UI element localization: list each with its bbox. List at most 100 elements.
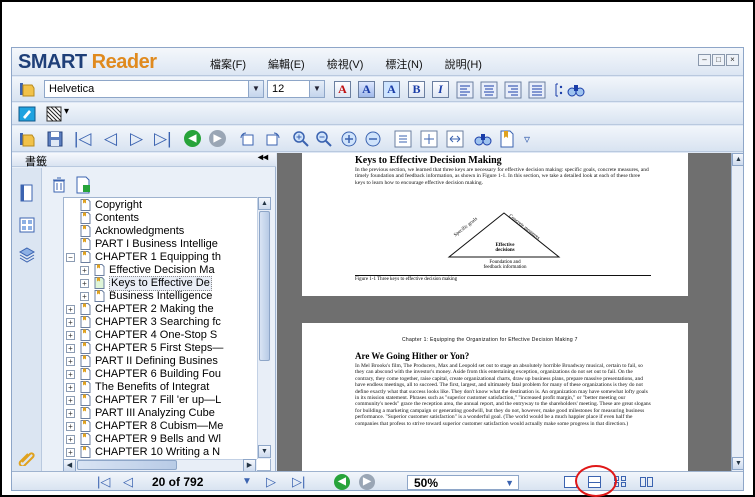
status-previous-page-icon[interactable]: ◁: [123, 474, 133, 490]
bookmark-tree-item[interactable]: + CHAPTER 2 Making the: [64, 303, 264, 316]
fit-width-icon[interactable]: [446, 130, 464, 148]
bold-button[interactable]: B: [408, 81, 425, 98]
text-background-button[interactable]: A: [383, 81, 400, 98]
next-page-icon[interactable]: ▷: [130, 130, 143, 148]
save-icon[interactable]: [46, 130, 64, 148]
expand-icon[interactable]: +: [66, 422, 75, 431]
annotation-color-icon[interactable]: [18, 105, 36, 123]
bookmark-tree-item[interactable]: + CHAPTER 7 Fill 'er up—L: [64, 394, 264, 407]
expand-icon[interactable]: +: [66, 370, 75, 379]
page-dropdown-icon[interactable]: ▼: [242, 476, 252, 487]
close-icon[interactable]: ×: [726, 54, 739, 66]
last-page-icon[interactable]: ▷|: [154, 130, 172, 148]
expand-icon[interactable]: +: [80, 279, 89, 288]
expand-icon[interactable]: +: [66, 435, 75, 444]
page-indicator[interactable]: 20 of 792: [152, 475, 203, 490]
zoom-in-icon[interactable]: [292, 130, 310, 148]
expand-icon[interactable]: +: [66, 357, 75, 366]
document-vscroll[interactable]: ▲ ▼: [731, 153, 743, 471]
status-first-page-icon[interactable]: |◁: [97, 474, 110, 490]
font-family-select[interactable]: Helvetica ▼: [44, 80, 264, 98]
menu-view[interactable]: 檢視(V): [327, 56, 364, 72]
bookmark-tree-item[interactable]: + CHAPTER 8 Cubism—Me: [64, 420, 264, 433]
bookmark-tree-item[interactable]: + PART III Analyzing Cube: [64, 407, 264, 420]
highlight-color-button[interactable]: A: [358, 81, 375, 98]
search-icon[interactable]: [474, 130, 492, 148]
bookmark-tree-item[interactable]: + CHAPTER 3 Searching fc: [64, 316, 264, 329]
menu-file[interactable]: 檔案(F): [210, 56, 246, 72]
italic-button[interactable]: I: [432, 81, 449, 98]
actual-size-icon[interactable]: [394, 130, 412, 148]
continuous-facing-view-icon[interactable]: [640, 476, 653, 488]
expand-icon[interactable]: +: [66, 344, 75, 353]
scroll-thumb[interactable]: [259, 211, 270, 361]
rotate-left-icon[interactable]: [238, 130, 256, 148]
bookmark-tree-item[interactable]: + CHAPTER 6 Building Fou: [64, 368, 264, 381]
font-size-select[interactable]: 12 ▼: [267, 80, 325, 98]
toolbar-overflow-icon[interactable]: ▿: [524, 132, 530, 146]
pattern-fill-icon[interactable]: [46, 105, 64, 123]
expand-icon[interactable]: +: [80, 266, 89, 275]
first-page-icon[interactable]: |◁: [74, 130, 92, 148]
collapse-icon[interactable]: −: [66, 253, 75, 262]
justify-icon[interactable]: [528, 81, 546, 99]
bookmark-tree-item[interactable]: + The Benefits of Integrat: [64, 381, 264, 394]
status-back-icon[interactable]: ◀: [334, 474, 350, 490]
align-center-icon[interactable]: [480, 81, 498, 99]
bookmark-tree-vscroll[interactable]: ▲ ▼: [257, 197, 271, 459]
forward-icon[interactable]: ▶: [209, 130, 226, 147]
expand-icon[interactable]: +: [66, 305, 75, 314]
status-next-page-icon[interactable]: ▷: [266, 474, 276, 490]
attachments-tab-icon[interactable]: [18, 448, 36, 466]
open-folder-icon[interactable]: [18, 80, 36, 98]
status-last-page-icon[interactable]: ▷|: [292, 474, 305, 490]
delete-bookmark-icon[interactable]: [50, 176, 68, 194]
scroll-down-icon[interactable]: ▼: [258, 445, 271, 458]
font-color-button[interactable]: A: [334, 81, 351, 98]
status-forward-icon[interactable]: ▶: [359, 474, 375, 490]
expand-icon[interactable]: +: [66, 448, 75, 457]
menu-edit[interactable]: 編輯(E): [268, 56, 305, 72]
bookmark-tree-item[interactable]: + Business Intelligence: [64, 290, 264, 303]
menu-annotate[interactable]: 標注(N): [385, 56, 422, 72]
zoom-dropdown-icon[interactable]: ▼: [505, 476, 514, 490]
bookmark-tree-item[interactable]: − CHAPTER 1 Equipping th: [64, 251, 264, 264]
chevron-down-icon[interactable]: ▼: [248, 81, 263, 97]
bookmark-tree-item[interactable]: PART I Business Intellige: [64, 238, 264, 251]
thumbnails-tab-icon[interactable]: [18, 216, 36, 234]
expand-icon[interactable]: +: [66, 409, 75, 418]
expand-icon[interactable]: +: [66, 396, 75, 405]
plus-circle-icon[interactable]: [340, 130, 358, 148]
bookmarks-tab-icon[interactable]: [18, 184, 36, 202]
bookmark-tree-item[interactable]: + CHAPTER 5 First Steps—: [64, 342, 264, 355]
menu-help[interactable]: 說明(H): [445, 56, 482, 72]
maximize-icon[interactable]: □: [712, 54, 725, 66]
bookmark-tree-hscroll[interactable]: ◀ ▶: [63, 459, 257, 472]
find-icon[interactable]: [567, 81, 585, 99]
expand-icon[interactable]: +: [80, 292, 89, 301]
bookmark-tree-item[interactable]: Contents: [64, 212, 264, 225]
scroll-down-icon[interactable]: ▼: [732, 457, 743, 470]
back-icon[interactable]: ◀: [184, 130, 201, 147]
expand-icon[interactable]: +: [66, 318, 75, 327]
bookmark-tree-item[interactable]: + CHAPTER 4 One-Stop S: [64, 329, 264, 342]
expand-icon[interactable]: +: [66, 331, 75, 340]
minus-circle-icon[interactable]: [364, 130, 382, 148]
new-bookmark-icon[interactable]: [74, 176, 92, 194]
bookmark-tree-item[interactable]: Copyright: [64, 199, 264, 212]
expand-icon[interactable]: +: [66, 383, 75, 392]
bookmark-page-icon[interactable]: [498, 130, 516, 148]
zoom-out-icon[interactable]: [315, 130, 333, 148]
zoom-select[interactable]: 50% ▼: [407, 475, 519, 490]
scroll-up-icon[interactable]: ▲: [732, 153, 743, 166]
align-left-icon[interactable]: [456, 81, 474, 99]
fit-page-icon[interactable]: [420, 130, 438, 148]
pattern-dropdown-icon[interactable]: ▾: [64, 106, 69, 117]
document-viewport[interactable]: Keys to Effective Decision Making In the…: [277, 153, 743, 473]
rotate-right-icon[interactable]: [264, 130, 282, 148]
bookmark-tree-item[interactable]: + Keys to Effective De: [64, 276, 264, 291]
bookmark-tree-item[interactable]: + CHAPTER 9 Bells and Wl: [64, 433, 264, 446]
bookmark-tree-item[interactable]: Acknowledgments: [64, 225, 264, 238]
layers-tab-icon[interactable]: [18, 246, 36, 264]
open-file-icon[interactable]: [18, 130, 36, 148]
